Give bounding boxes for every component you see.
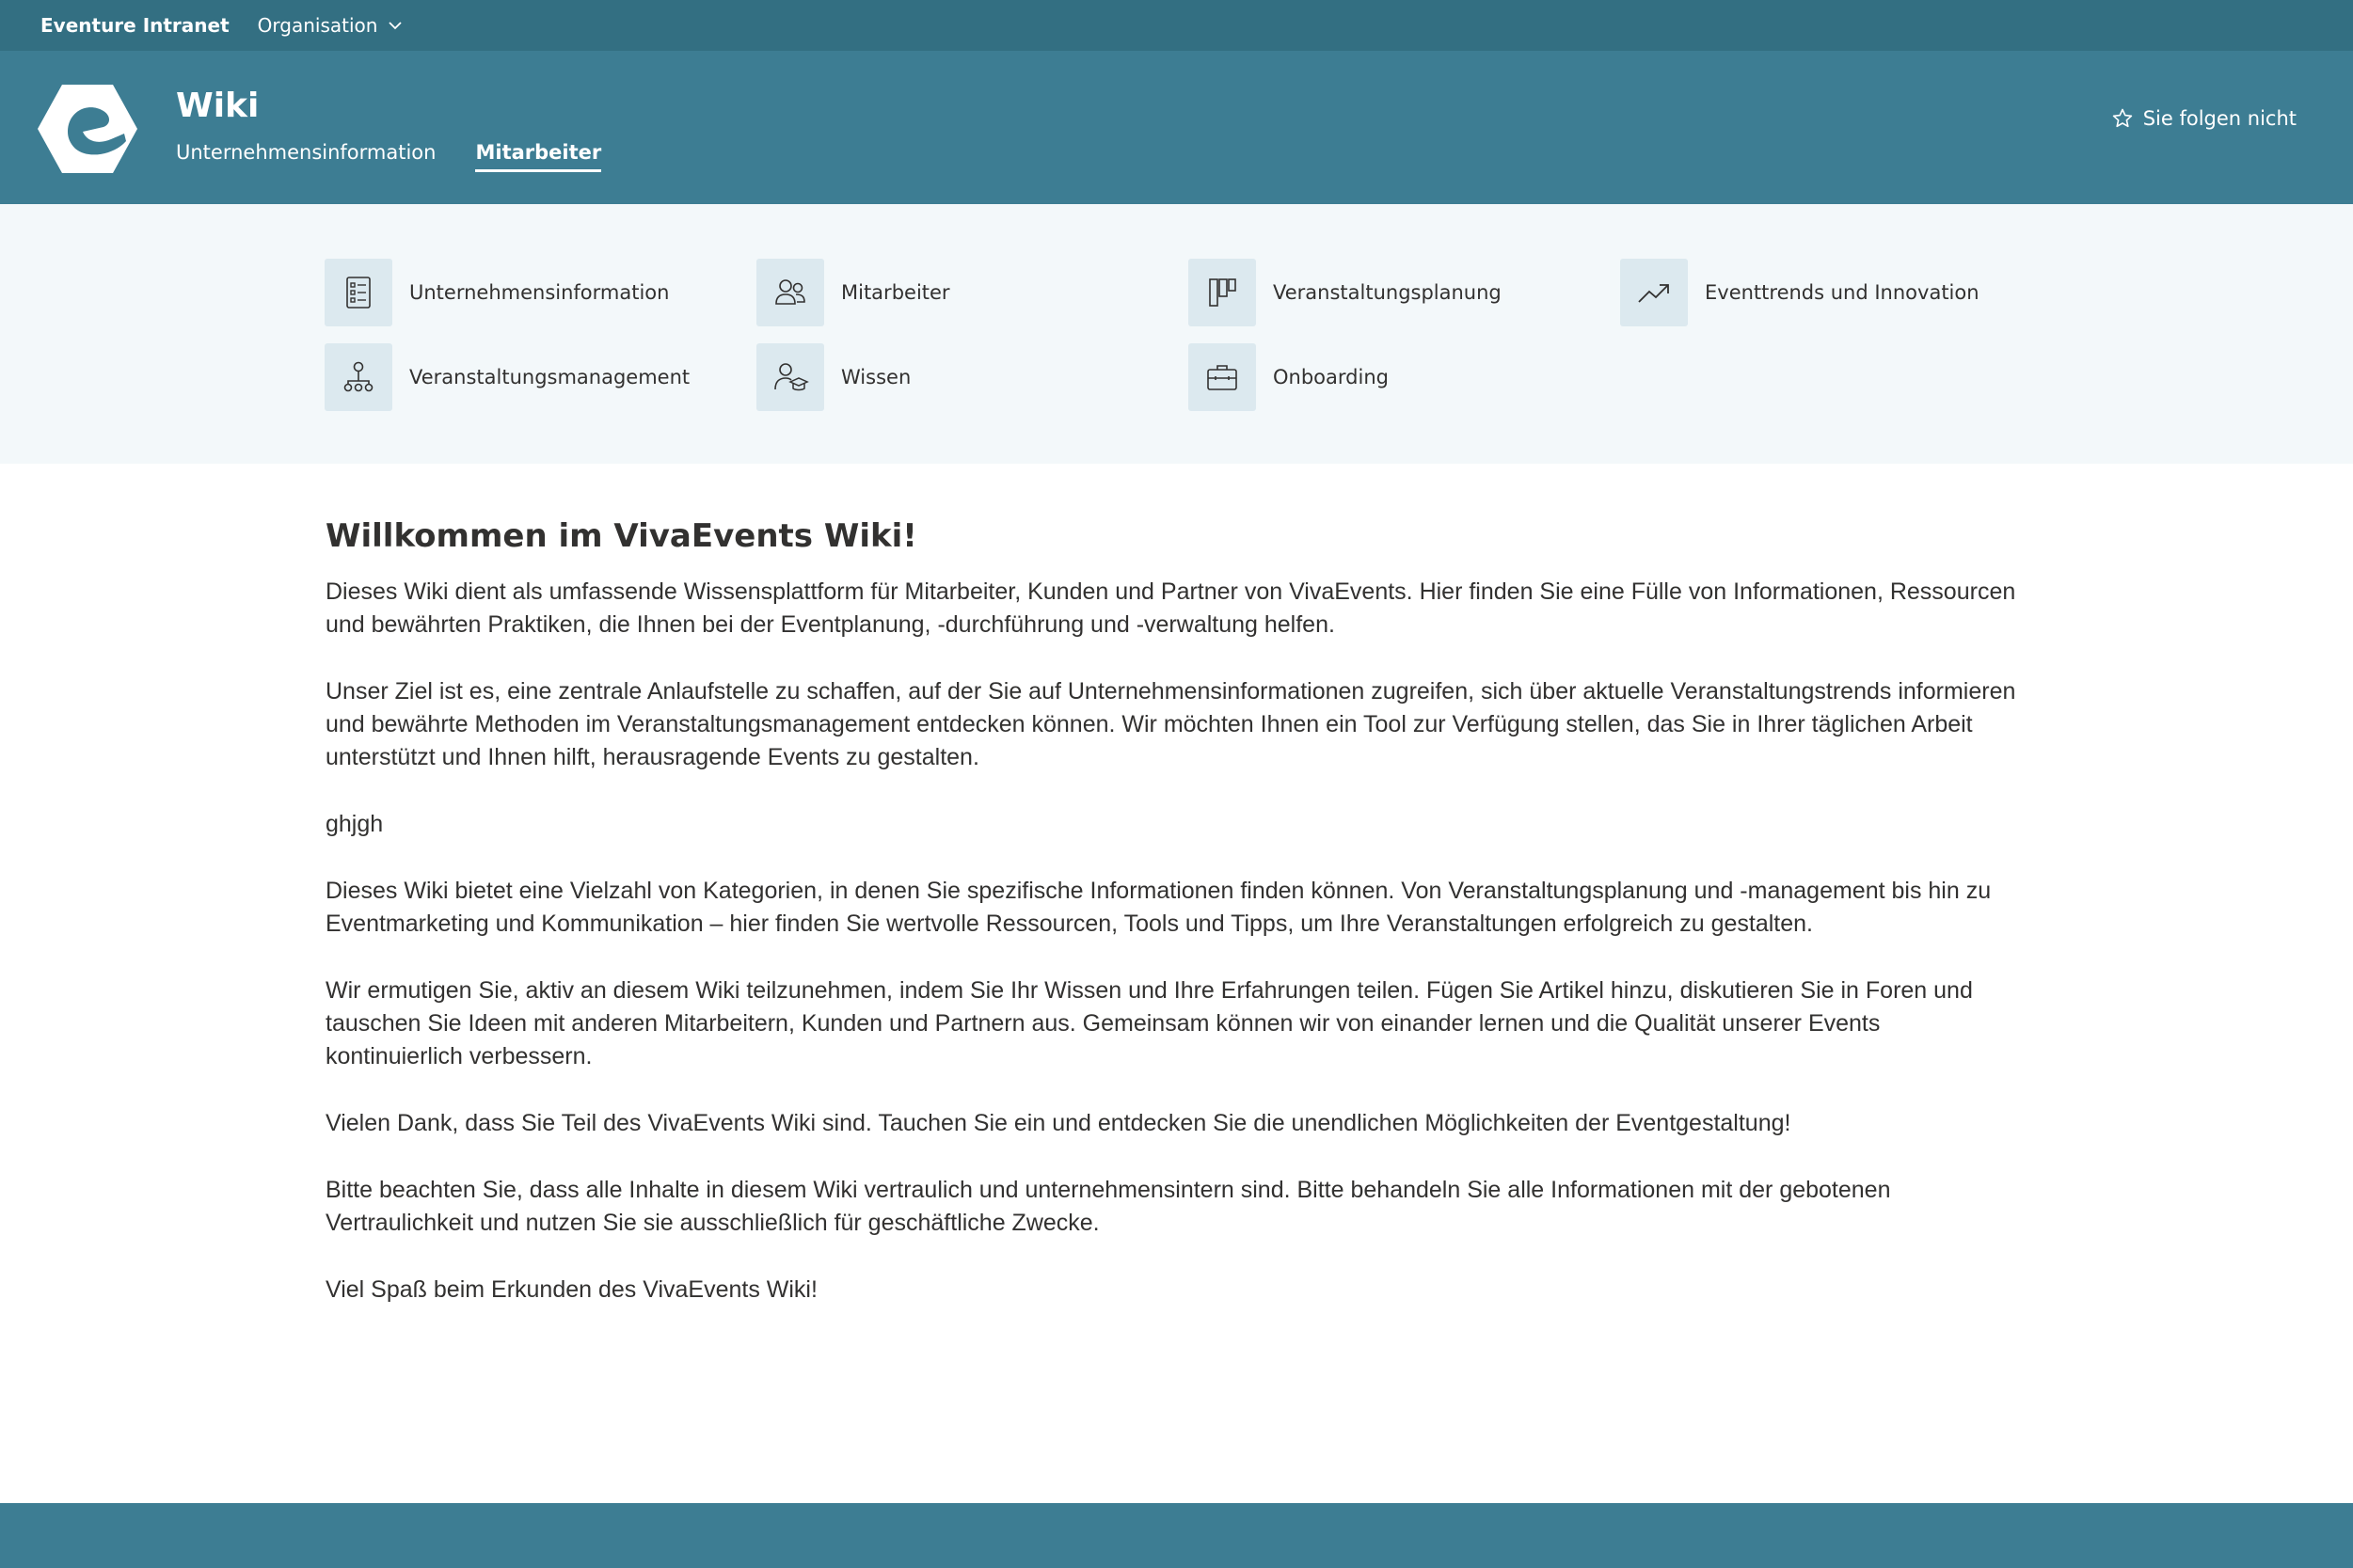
paragraph: Bitte beachten Sie, dass alle Inhalte in… (326, 1177, 1891, 1236)
quick-link-veranstaltungsmanagement[interactable]: Veranstaltungsmanagement (325, 343, 690, 411)
wiki-content: Willkommen im VivaEvents Wiki! Dieses Wi… (326, 517, 2019, 1340)
quick-link-wissen[interactable]: Wissen (756, 343, 911, 411)
site-header: Wiki Unternehmensinformation Mitarbeiter… (0, 51, 2353, 204)
people-icon (775, 279, 805, 305)
page-heading: Willkommen im VivaEvents Wiki! (326, 517, 917, 555)
paragraph: Vielen Dank, dass Sie Teil des VivaEvent… (326, 1110, 1791, 1136)
icon-tile (756, 343, 824, 411)
intranet-brand-link[interactable]: Eventure Intranet (40, 14, 230, 37)
chevron-down-icon (389, 22, 403, 30)
icon-tile (1188, 259, 1256, 326)
quick-link-unternehmensinformation[interactable]: Unternehmensinformation (325, 259, 669, 326)
nav-tab-unternehmensinformation[interactable]: Unternehmensinformation (176, 141, 436, 172)
icon-tile (1188, 343, 1256, 411)
paragraph: Dieses Wiki bietet eine Vielzahl von Kat… (326, 878, 1992, 937)
board-icon (1209, 278, 1236, 307)
follow-label: Sie folgen nicht (2142, 107, 2297, 130)
quick-link-label: Veranstaltungsplanung (1273, 281, 1502, 304)
quick-link-label: Unternehmensinformation (409, 281, 670, 304)
quick-link-label: Veranstaltungsmanagement (409, 366, 691, 388)
star-icon (2112, 108, 2132, 128)
quick-link-mitarbeiter[interactable]: Mitarbeiter (756, 259, 950, 326)
icon-tile (325, 343, 392, 411)
paragraph: Wir ermutigen Sie, aktiv an diesem Wiki … (326, 977, 1973, 1069)
quick-link-label: Onboarding (1273, 366, 1389, 388)
site-navigation: Unternehmensinformation Mitarbeiter (176, 141, 602, 172)
list-details-icon (346, 277, 371, 309)
quick-link-label: Wissen (841, 366, 912, 388)
organisation-menu[interactable]: Organisation (258, 14, 405, 37)
quick-link-label: Mitarbeiter (841, 281, 950, 304)
site-title[interactable]: Wiki (176, 87, 259, 125)
organisation-label: Organisation (257, 14, 378, 37)
nav-tab-mitarbeiter[interactable]: Mitarbeiter (475, 141, 602, 172)
quick-links-section: Unternehmensinformation Mitarbeiter Vera… (0, 204, 2353, 464)
person-learning-icon (774, 363, 809, 391)
icon-tile (756, 259, 824, 326)
paragraph: Dieses Wiki dient als umfassende Wissens… (326, 578, 2016, 638)
paragraph: Viel Spaß beim Erkunden des VivaEvents W… (326, 1276, 818, 1303)
quick-link-veranstaltungsplanung[interactable]: Veranstaltungsplanung (1188, 259, 1502, 326)
quick-link-label: Eventtrends und Innovation (1705, 281, 1979, 304)
quick-link-eventtrends[interactable]: Eventtrends und Innovation (1620, 259, 1979, 326)
briefcase-icon (1207, 365, 1237, 390)
site-footer (0, 1503, 2353, 1568)
trending-up-icon (1638, 284, 1669, 303)
quick-link-onboarding[interactable]: Onboarding (1188, 343, 1389, 411)
icon-tile (325, 259, 392, 326)
icon-tile (1620, 259, 1688, 326)
site-logo-icon[interactable] (36, 83, 139, 175)
follow-button[interactable]: Sie folgen nicht (2111, 107, 2297, 130)
suite-bar: Eventure Intranet Organisation (0, 0, 2353, 51)
paragraph: Unser Ziel ist es, eine zentrale Anlaufs… (326, 678, 2016, 770)
org-chart-icon (343, 361, 374, 392)
paragraph: ghjgh (326, 811, 384, 837)
